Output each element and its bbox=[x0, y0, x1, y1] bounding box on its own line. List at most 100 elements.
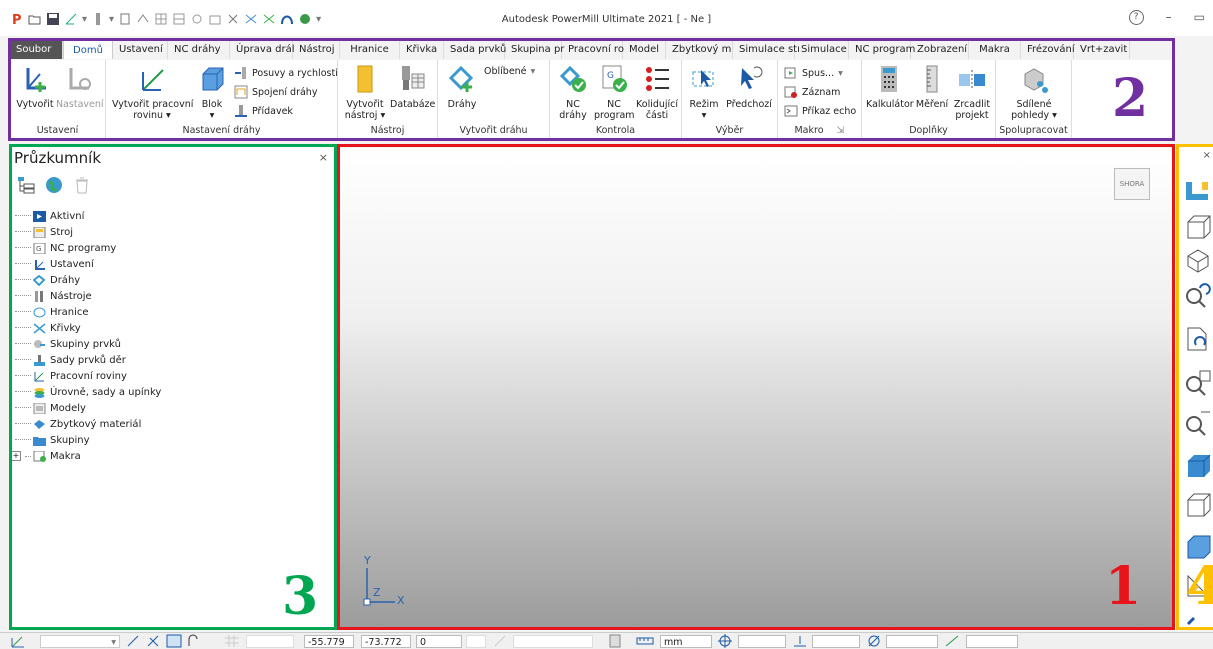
tab-pracovni-roviny[interactable]: Pracovní ro bbox=[562, 40, 624, 59]
tab-frezovani[interactable]: Frézování bbox=[1021, 40, 1075, 59]
zoom-box-icon[interactable] bbox=[1184, 408, 1212, 436]
zoom-fit-icon[interactable] bbox=[1184, 368, 1212, 396]
feeds-speeds-button[interactable]: Posuvy a rychlosti bbox=[234, 66, 338, 80]
tool-database-button[interactable]: Databáze bbox=[390, 64, 435, 110]
check-nc-program-button[interactable]: G NC program bbox=[594, 64, 635, 121]
shared-views-button[interactable]: Sdílené pohledy ▾ bbox=[1004, 64, 1064, 121]
cursor-z-field[interactable]: 0 bbox=[416, 635, 462, 648]
create-workplane-button[interactable]: Vytvořit pracovní rovinu ▾ bbox=[112, 64, 193, 121]
wireframe-cube-icon[interactable] bbox=[1184, 490, 1212, 518]
diameter-field[interactable] bbox=[886, 635, 938, 648]
create-tool-button[interactable]: Vytvořit nástroj ▾ bbox=[344, 64, 386, 121]
tree-item-ustaveni[interactable]: Ustavení bbox=[15, 256, 161, 272]
tab-uprava-drah[interactable]: Úprava drál bbox=[230, 40, 295, 59]
setup-settings-button[interactable]: Nastavení bbox=[56, 64, 104, 110]
tab-soubor[interactable]: Soubor bbox=[10, 40, 63, 59]
shaded-cube-icon[interactable] bbox=[1184, 451, 1212, 479]
previous-selection-button[interactable]: Předchozí bbox=[724, 64, 774, 110]
tab-krivka[interactable]: Křivka bbox=[400, 40, 444, 59]
allowance-button[interactable]: Přídavek bbox=[234, 104, 293, 118]
tree-item-hranice[interactable]: Hranice bbox=[15, 304, 161, 320]
check-icon[interactable] bbox=[944, 634, 960, 648]
calculator-button[interactable]: Kalkulátor bbox=[866, 64, 914, 110]
tree-item-nastroje[interactable]: Nástroje bbox=[15, 288, 161, 304]
create-setup-button[interactable]: Vytvořit bbox=[16, 64, 54, 110]
snap3-icon[interactable] bbox=[166, 634, 182, 648]
tab-simulace[interactable]: Simulace bbox=[795, 40, 849, 59]
restore-button[interactable]: ▭ bbox=[1194, 10, 1205, 25]
help-icon[interactable]: ? bbox=[1128, 10, 1144, 25]
grid-field[interactable] bbox=[246, 635, 294, 648]
tree-item-sady-prvku-der[interactable]: Sady prvků děr bbox=[15, 352, 161, 368]
minimize-button[interactable]: – bbox=[1166, 10, 1172, 25]
tab-vrt-zavit[interactable]: Vrt+zavit bbox=[1074, 40, 1130, 59]
tab-ustaveni[interactable]: Ustavení bbox=[113, 40, 168, 59]
tree-item-urovne[interactable]: Úrovně, sady a upínky bbox=[15, 384, 161, 400]
workplane-select[interactable]: ▾ bbox=[40, 635, 120, 648]
coord-field-4[interactable] bbox=[466, 635, 486, 648]
snap2-icon[interactable] bbox=[146, 634, 162, 648]
trash-icon[interactable] bbox=[73, 176, 91, 194]
tree-item-skupiny-prvku[interactable]: Skupiny prvků bbox=[15, 336, 161, 352]
run-macro-button[interactable]: Spus... ▾ bbox=[784, 66, 843, 80]
tab-model[interactable]: Model bbox=[623, 40, 666, 59]
mirror-project-button[interactable]: Zrcadlit projekt bbox=[950, 64, 994, 121]
graphics-viewport[interactable]: SHORA Y Z X bbox=[339, 148, 1172, 627]
tree-item-modely[interactable]: Modely bbox=[15, 400, 161, 416]
coord-field-5[interactable] bbox=[513, 635, 593, 648]
favorites-dropdown[interactable]: Oblíbené ▾ bbox=[484, 66, 535, 77]
tab-zbytkovy-material[interactable]: Zbytkový m bbox=[666, 40, 733, 59]
view-toolbar-close-icon[interactable]: × bbox=[1203, 150, 1211, 161]
workplane-status-icon[interactable] bbox=[10, 634, 30, 648]
explorer-close-button[interactable]: × bbox=[319, 151, 328, 164]
stepover-icon[interactable] bbox=[792, 634, 808, 648]
tree-item-nc-programy[interactable]: G NC programy bbox=[15, 240, 161, 256]
pick-icon[interactable] bbox=[493, 634, 509, 648]
stepover-field[interactable] bbox=[812, 635, 860, 648]
tab-zobrazeni[interactable]: Zobrazení bbox=[911, 40, 969, 59]
tab-makra[interactable]: Makra bbox=[969, 40, 1021, 59]
view-iso-icon[interactable] bbox=[1184, 247, 1212, 275]
echo-command-button[interactable]: Příkaz echo bbox=[784, 104, 856, 118]
tree-view-icon[interactable] bbox=[17, 176, 35, 194]
tree-item-krivky[interactable]: Křivky bbox=[15, 320, 161, 336]
tab-simulace-stroje[interactable]: Simulace stı bbox=[733, 40, 800, 59]
tab-nastroj[interactable]: Nástroj bbox=[293, 40, 340, 59]
units-field[interactable]: mm bbox=[660, 635, 712, 648]
toolpath-links-button[interactable]: Spojení dráhy bbox=[234, 85, 317, 99]
view-cube[interactable]: SHORA bbox=[1114, 168, 1150, 200]
tab-nc-drahy[interactable]: NC dráhy bbox=[168, 40, 230, 59]
crosshair-icon[interactable] bbox=[717, 634, 733, 648]
dialog-launcher-icon[interactable]: ⇲ bbox=[837, 125, 845, 136]
expand-icon[interactable]: + bbox=[11, 451, 21, 461]
grid-status-icon[interactable] bbox=[224, 634, 240, 648]
view-top-icon[interactable] bbox=[1184, 176, 1212, 204]
record-macro-button[interactable]: Záznam bbox=[784, 85, 840, 99]
zoom-refresh-icon[interactable] bbox=[1184, 282, 1212, 310]
units-ruler-icon[interactable] bbox=[636, 634, 654, 648]
toolpaths-button[interactable]: Dráhy bbox=[442, 64, 482, 110]
tree-item-skupiny[interactable]: Skupiny bbox=[15, 432, 161, 448]
diameter-icon[interactable] bbox=[866, 634, 882, 648]
collision-parts-button[interactable]: Kolidující části bbox=[636, 64, 678, 121]
refresh-page-icon[interactable] bbox=[1184, 325, 1212, 353]
tree-item-makra[interactable]: + Makra bbox=[11, 448, 161, 464]
tab-nc-program[interactable]: NC program bbox=[849, 40, 915, 59]
tolerance-field[interactable] bbox=[738, 635, 786, 648]
cursor-y-field[interactable]: -73.772 bbox=[361, 635, 411, 648]
tree-item-pracovni-roviny[interactable]: Pracovní roviny bbox=[15, 368, 161, 384]
selection-mode-button[interactable]: Režim ▾ bbox=[686, 64, 722, 121]
cursor-x-field[interactable]: -55.779 bbox=[304, 635, 354, 648]
tab-skupina-prvku[interactable]: Skupina pr bbox=[505, 40, 564, 59]
tab-hranice[interactable]: Hranice bbox=[340, 40, 400, 59]
tab-sada-prvku[interactable]: Sada prvků bbox=[444, 40, 506, 59]
tab-domu[interactable]: Domů bbox=[63, 40, 113, 59]
block-button[interactable]: Blok ▾ bbox=[194, 64, 230, 121]
tree-item-aktivni[interactable]: Aktivní bbox=[15, 208, 161, 224]
tree-item-stroj[interactable]: Stroj bbox=[15, 224, 161, 240]
snap-icon[interactable] bbox=[126, 634, 142, 648]
calculator-status-icon[interactable] bbox=[607, 634, 623, 648]
measure-button[interactable]: Měření bbox=[914, 64, 950, 110]
globe-icon[interactable] bbox=[45, 176, 63, 194]
tree-item-zbytkovy-material[interactable]: Zbytkový materiál bbox=[15, 416, 161, 432]
